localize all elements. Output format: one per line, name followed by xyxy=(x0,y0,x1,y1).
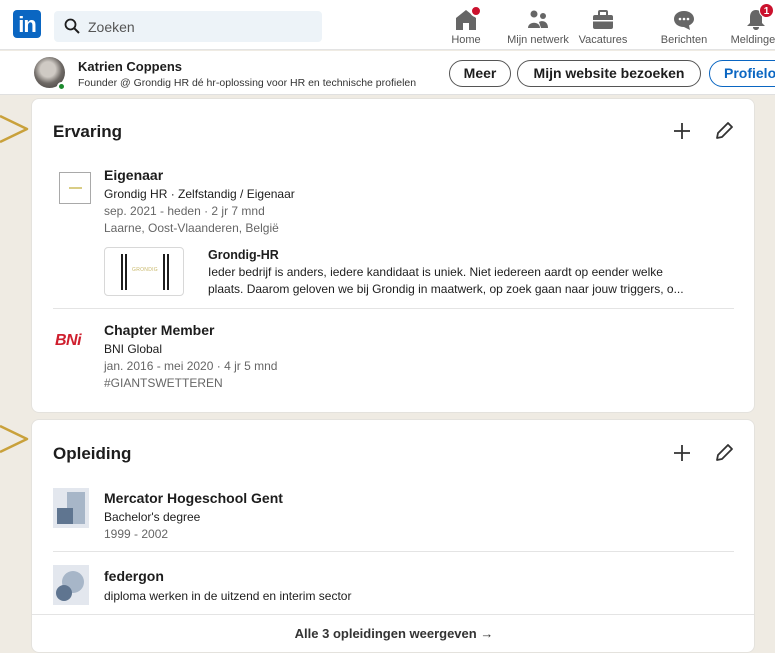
media-thumbnail[interactable]: GRONDIG xyxy=(104,247,184,296)
add-icon[interactable] xyxy=(670,119,694,143)
nav-item-notifications[interactable]: 1 Meldingen xyxy=(716,3,775,46)
education-school[interactable]: Mercator Hogeschool Gent xyxy=(104,490,283,506)
experience-role[interactable]: Chapter Member xyxy=(104,322,214,338)
nav-item-jobs[interactable]: Vacatures xyxy=(563,5,643,46)
education-degree: Bachelor's degree xyxy=(104,510,201,524)
divider xyxy=(53,551,734,552)
experience-dates: sep. 2021 - heden · 2 jr 7 mnd xyxy=(104,204,265,218)
more-button[interactable]: Meer xyxy=(449,60,511,87)
grondig-company-logo[interactable] xyxy=(59,172,91,204)
online-status-dot xyxy=(57,82,66,91)
profile-name[interactable]: Katrien Coppens xyxy=(78,59,182,74)
section-title: Opleiding xyxy=(53,444,132,463)
messages-icon xyxy=(674,11,694,30)
edit-pencil-icon[interactable] xyxy=(712,441,736,465)
education-dates: 1999 - 2002 xyxy=(104,527,169,541)
nav-label-jobs: Vacatures xyxy=(578,34,628,46)
nav-item-messages[interactable]: Berichten xyxy=(644,5,724,46)
experience-location: Laarne, Oost-Vlaanderen, België xyxy=(104,221,279,235)
search-input[interactable] xyxy=(88,11,308,42)
divider xyxy=(53,308,734,309)
experience-tag: #GIANTSWETTEREN xyxy=(104,376,223,390)
visit-website-button[interactable]: Mijn website bezoeken xyxy=(517,60,701,87)
experience-dates: jan. 2016 - mei 2020 · 4 jr 5 mnd xyxy=(104,359,278,373)
nav-label-messages: Berichten xyxy=(660,34,708,46)
school-logo[interactable] xyxy=(53,488,89,528)
profile-language-button[interactable]: Profielo xyxy=(709,60,775,87)
network-icon xyxy=(528,10,548,28)
edit-pencil-icon[interactable] xyxy=(712,119,736,143)
experience-section: Ervaring Eigenaar Grondig HR · Zelfstand… xyxy=(31,98,755,413)
show-all-education-link[interactable]: Alle 3 opleidingen weergeven → xyxy=(32,614,754,652)
nav-item-home[interactable]: Home xyxy=(426,5,506,46)
briefcase-icon xyxy=(593,10,613,29)
section-title: Ervaring xyxy=(53,122,122,141)
media-thumbnail-text: GRONDIG xyxy=(132,267,158,273)
nav-label-notifications: Meldingen xyxy=(730,34,775,46)
education-section: Opleiding Mercator Hogeschool Gent Bache… xyxy=(31,419,755,653)
home-notification-dot xyxy=(470,5,482,17)
top-navigation: in Home Mijn netwerk xyxy=(0,0,775,50)
experience-company: Grondig HR · Zelfstandig / Eigenaar xyxy=(104,187,295,201)
search-box[interactable] xyxy=(54,11,322,42)
media-title[interactable]: Grondig-HR xyxy=(208,248,279,262)
arrow-right-icon xyxy=(0,114,29,144)
search-icon xyxy=(64,18,80,34)
nav-label-home: Home xyxy=(451,34,481,46)
school-logo[interactable] xyxy=(53,565,89,605)
linkedin-logo[interactable]: in xyxy=(13,10,41,38)
education-degree: diploma werken in de uitzend en interim … xyxy=(104,589,352,603)
arrow-right-icon xyxy=(0,424,29,454)
education-school[interactable]: federgon xyxy=(104,568,164,584)
media-description: Ieder bedrijf is anders, iedere kandidaa… xyxy=(208,265,684,296)
bni-company-logo[interactable]: BNi xyxy=(55,332,82,350)
experience-role[interactable]: Eigenaar xyxy=(104,167,163,183)
add-icon[interactable] xyxy=(670,441,694,465)
profile-headline: Founder @ Grondig HR dé hr-oplossing voo… xyxy=(78,77,417,89)
experience-company: BNI Global xyxy=(104,342,163,356)
profile-sticky-bar: Katrien Coppens Founder @ Grondig HR dé … xyxy=(0,51,775,95)
notifications-badge: 1 xyxy=(759,3,774,18)
